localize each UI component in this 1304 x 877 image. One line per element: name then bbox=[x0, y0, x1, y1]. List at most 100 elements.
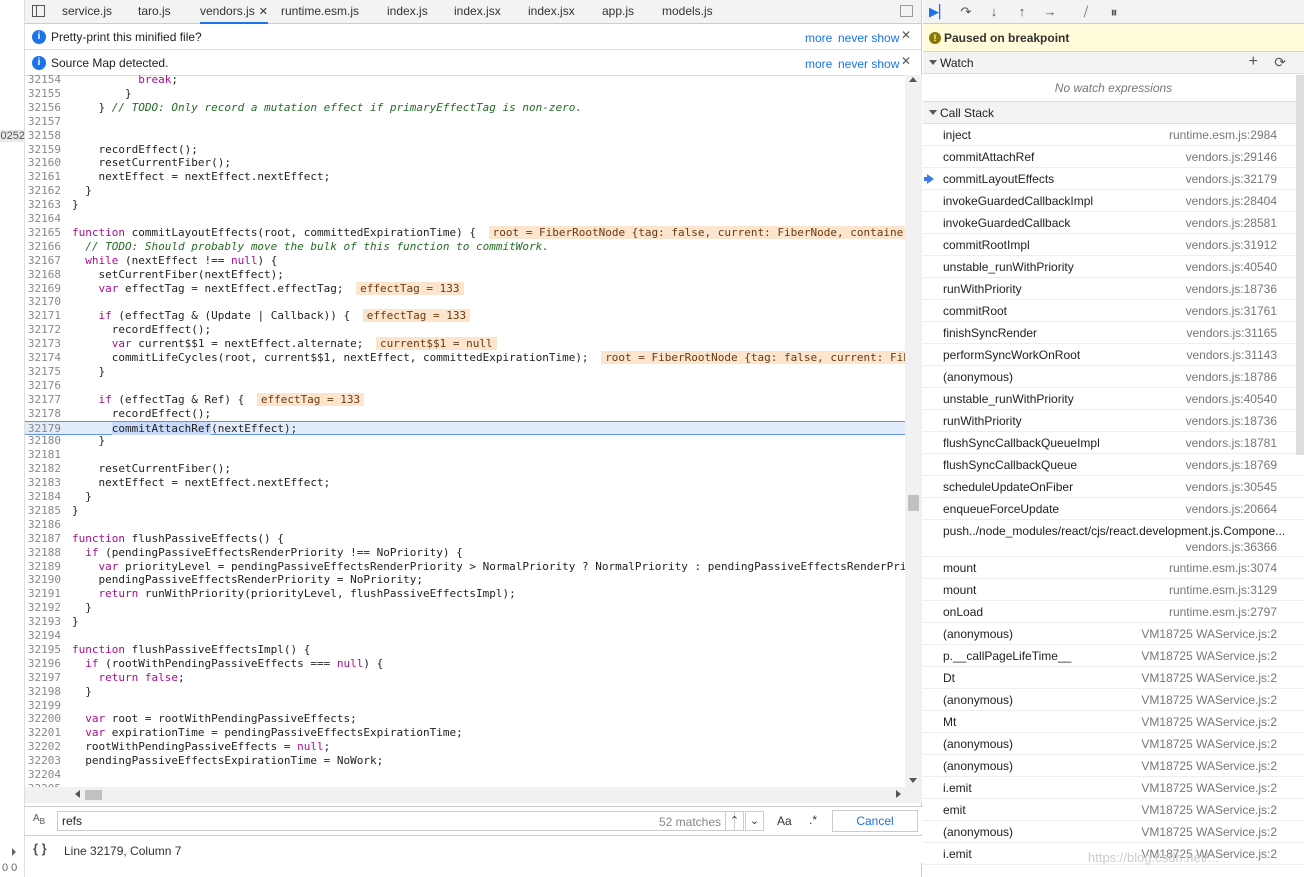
code-line[interactable]: 32196 if (rootWithPendingPassiveEffects … bbox=[25, 657, 905, 671]
toggle-debugger-icon[interactable] bbox=[900, 5, 913, 17]
code-line[interactable]: 32192 } bbox=[25, 601, 905, 615]
call-frame[interactable]: finishSyncRender vendors.js:31165 bbox=[923, 322, 1304, 344]
frame-location[interactable]: VM18725 WAService.js:2 bbox=[1141, 803, 1277, 817]
frame-location[interactable]: vendors.js:18736 bbox=[1186, 414, 1277, 428]
code-line[interactable]: 32194 bbox=[25, 629, 905, 643]
resume-icon[interactable]: ▶▏ bbox=[929, 3, 949, 21]
tab-index-js[interactable]: index.js bbox=[387, 0, 428, 24]
close-tab-icon[interactable]: ✕ bbox=[259, 6, 268, 18]
code-line[interactable]: 32204 bbox=[25, 768, 905, 782]
frame-location[interactable]: runtime.esm.js:2984 bbox=[1169, 128, 1277, 142]
code-line[interactable]: 32173 var current$$1 = nextEffect.altern… bbox=[25, 337, 905, 351]
code-line[interactable]: 32170 bbox=[25, 295, 905, 309]
frame-location[interactable]: runtime.esm.js:3074 bbox=[1169, 561, 1277, 575]
line-number[interactable]: 32201 bbox=[25, 726, 65, 739]
sidebar-scrollbar[interactable] bbox=[1296, 75, 1304, 455]
call-frame[interactable]: invokeGuardedCallbackImpl vendors.js:2840… bbox=[923, 190, 1304, 212]
line-number[interactable]: 32160 bbox=[25, 156, 65, 169]
line-number[interactable]: 32182 bbox=[25, 462, 65, 475]
line-number[interactable]: 32177 bbox=[25, 393, 65, 406]
tab-models-js[interactable]: models.js bbox=[662, 0, 713, 24]
line-number[interactable]: 32198 bbox=[25, 685, 65, 698]
call-frame[interactable]: emit VM18725 WAService.js:2 bbox=[923, 799, 1304, 821]
line-number[interactable]: 32188 bbox=[25, 546, 65, 559]
line-number[interactable]: 32193 bbox=[25, 615, 65, 628]
call-frame[interactable]: invokeGuardedCallback vendors.js:28581 bbox=[923, 212, 1304, 234]
line-number[interactable]: 32154 bbox=[25, 75, 65, 86]
call-frame[interactable]: commitAttachRef vendors.js:29146 bbox=[923, 146, 1304, 168]
close-icon[interactable]: ✕ bbox=[901, 28, 911, 42]
call-frame[interactable]: scheduleUpdateOnFiber vendors.js:30545 bbox=[923, 476, 1304, 498]
call-frame[interactable]: (anonymous) VM18725 WAService.js:2 bbox=[923, 689, 1304, 711]
code-line[interactable]: 32177 if (effectTag & Ref) { effectTag =… bbox=[25, 392, 905, 407]
call-frame[interactable]: enqueueForceUpdate vendors.js:20664 bbox=[923, 498, 1304, 520]
error-count[interactable]: 0 0 bbox=[2, 862, 17, 874]
frame-location[interactable]: vendors.js:20664 bbox=[1186, 502, 1277, 516]
tab-vendors-js[interactable]: vendors.js ✕ bbox=[200, 0, 268, 24]
code-line[interactable]: 32198 } bbox=[25, 685, 905, 699]
line-number[interactable]: 32187 bbox=[25, 532, 65, 545]
call-frame[interactable]: onLoad runtime.esm.js:2797 bbox=[923, 601, 1304, 623]
code-line[interactable]: 32164 bbox=[25, 212, 905, 226]
line-number[interactable]: 32157 bbox=[25, 115, 65, 128]
line-number[interactable]: 32179 bbox=[25, 422, 65, 435]
code-line[interactable]: 32165 function commitLayoutEffects(root, … bbox=[25, 225, 905, 240]
frame-location[interactable]: vendors.js:18736 bbox=[1186, 282, 1277, 296]
scroll-up-icon[interactable] bbox=[909, 77, 917, 82]
code-line[interactable]: 32159 recordEffect(); bbox=[25, 143, 905, 157]
frame-location[interactable]: VM18725 WAService.js:2 bbox=[1141, 649, 1277, 663]
frame-location[interactable]: vendors.js:29146 bbox=[1186, 150, 1277, 164]
code-line[interactable]: 32175 } bbox=[25, 365, 905, 379]
code-line[interactable]: 32181 bbox=[25, 448, 905, 462]
line-number[interactable]: 32183 bbox=[25, 476, 65, 489]
frame-location[interactable]: vendors.js:31143 bbox=[1186, 348, 1277, 362]
refresh-icon[interactable]: ⟳ bbox=[1274, 54, 1286, 71]
watch-header[interactable]: Watch + ⟳ bbox=[923, 52, 1304, 74]
code-line[interactable]: 32169 var effectTag = nextEffect.effectT… bbox=[25, 281, 905, 296]
chevron-down-icon[interactable]: ⌄ bbox=[745, 811, 764, 831]
code-line[interactable]: 32189 var priorityLevel = pendingPassive… bbox=[25, 560, 905, 574]
line-number[interactable]: 32162 bbox=[25, 184, 65, 197]
expand-drawer-icon[interactable] bbox=[12, 848, 16, 856]
call-frame[interactable]: (anonymous) VM18725 WAService.js:2 bbox=[923, 821, 1304, 843]
code-line[interactable]: 32179 commitAttachRef(nextEffect); bbox=[25, 420, 905, 435]
code-area[interactable]: 32154 break; 32155 } 32156 } // TODO: Only… bbox=[25, 75, 905, 803]
code-line[interactable]: 32161 nextEffect = nextEffect.nextEffect… bbox=[25, 170, 905, 184]
code-line[interactable]: 32174 commitLifeCycles(root, current$$1,… bbox=[25, 351, 905, 365]
line-number[interactable]: 32192 bbox=[25, 601, 65, 614]
callstack-header[interactable]: Call Stack bbox=[923, 102, 1304, 124]
tab-index-jsx[interactable]: index.jsx bbox=[454, 0, 501, 24]
call-frame[interactable]: flushSyncCallbackQueueImpl vendors.js:187… bbox=[923, 432, 1304, 454]
deactivate-breakpoints-icon[interactable]: ⧸ bbox=[1077, 3, 1095, 21]
scroll-thumb[interactable] bbox=[908, 495, 919, 511]
line-number[interactable]: 32199 bbox=[25, 699, 65, 712]
close-icon[interactable]: ✕ bbox=[901, 54, 911, 68]
call-frame[interactable]: commitRoot vendors.js:31761 bbox=[923, 300, 1304, 322]
tab-service-js[interactable]: service.js bbox=[62, 0, 112, 24]
call-frame[interactable]: flushSyncCallbackQueue vendors.js:18769 bbox=[923, 454, 1304, 476]
code-line[interactable]: 32155 } bbox=[25, 87, 905, 101]
code-line[interactable]: 32199 bbox=[25, 699, 905, 713]
frame-location[interactable]: VM18725 WAService.js:2 bbox=[1141, 627, 1277, 641]
line-number[interactable]: 32202 bbox=[25, 740, 65, 753]
call-frame[interactable]: i.emit VM18725 WAService.js:2 bbox=[923, 777, 1304, 799]
line-number[interactable]: 32184 bbox=[25, 490, 65, 503]
line-number[interactable]: 32195 bbox=[25, 643, 65, 656]
line-number[interactable]: 32190 bbox=[25, 573, 65, 586]
call-frame[interactable]: performSyncWorkOnRoot vendors.js:31143 bbox=[923, 344, 1304, 366]
line-number[interactable]: 32189 bbox=[25, 560, 65, 573]
frame-location[interactable]: runtime.esm.js:3129 bbox=[1169, 583, 1277, 597]
frame-location[interactable]: runtime.esm.js:2797 bbox=[1169, 605, 1277, 619]
step-over-icon[interactable]: ↷ bbox=[957, 3, 975, 21]
code-line[interactable]: 32186 bbox=[25, 518, 905, 532]
infobar-never-show-link[interactable]: never show bbox=[838, 31, 899, 45]
infobar-more-link[interactable]: more bbox=[805, 31, 832, 45]
line-number[interactable]: 32203 bbox=[25, 754, 65, 767]
tab-index-jsx[interactable]: index.jsx bbox=[528, 0, 575, 24]
line-number[interactable]: 32172 bbox=[25, 323, 65, 336]
cancel-button[interactable]: Cancel bbox=[832, 810, 918, 832]
code-line[interactable]: 32167 while (nextEffect !== null) { bbox=[25, 254, 905, 268]
horizontal-scrollbar[interactable] bbox=[25, 787, 905, 803]
infobar-more-link[interactable]: more bbox=[805, 57, 832, 71]
line-number[interactable]: 32194 bbox=[25, 629, 65, 642]
